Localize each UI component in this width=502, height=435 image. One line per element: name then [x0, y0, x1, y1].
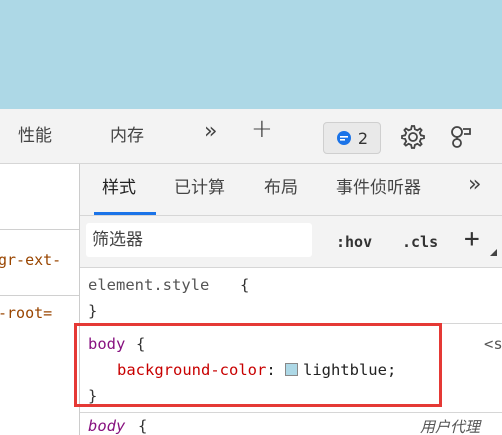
more-subtabs-button[interactable]: »: [468, 174, 481, 196]
filter-input[interactable]: [86, 223, 312, 257]
filter-toolbar: :hov .cls +: [80, 216, 502, 268]
rule-close-brace: }: [88, 302, 98, 320]
tab-event-listeners[interactable]: 事件侦听器: [336, 178, 421, 198]
devtools-toolbar: 性能 内存 » + 2: [0, 109, 502, 164]
rule-selector[interactable]: body: [88, 416, 125, 435]
property-name[interactable]: background-color: [117, 361, 266, 379]
color-swatch[interactable]: [284, 363, 298, 376]
divider: [0, 295, 79, 296]
issues-count: 2: [357, 128, 369, 148]
divider: [80, 412, 502, 413]
rule-selector[interactable]: element.style: [88, 275, 209, 295]
rule-open-brace: {: [138, 417, 148, 435]
tab-computed[interactable]: 已计算: [174, 178, 225, 198]
divider: [80, 323, 502, 324]
elements-panel: gr-ext- -root=: [0, 164, 80, 435]
active-tab-indicator: [94, 212, 156, 215]
user-agent-label: 用户代理: [420, 418, 481, 435]
divider: [0, 229, 79, 230]
page-background: [0, 0, 502, 109]
styles-panel: 样式 已计算 布局 事件侦听器 » :hov .cls + element.st…: [80, 164, 502, 435]
tab-performance[interactable]: 性能: [18, 126, 52, 146]
element-attribute-fragment[interactable]: -root=: [0, 304, 52, 322]
tab-memory[interactable]: 内存: [110, 126, 144, 146]
property-value[interactable]: lightblue: [303, 361, 387, 379]
more-tabs-button[interactable]: »: [204, 121, 217, 143]
rule-open-brace: {: [240, 276, 250, 294]
element-attribute-fragment[interactable]: gr-ext-: [0, 251, 61, 269]
hover-state-button[interactable]: :hov: [336, 233, 372, 251]
add-tab-button[interactable]: +: [251, 116, 273, 142]
style-declaration[interactable]: background-color: lightblue;: [117, 360, 396, 380]
message-icon: [336, 131, 351, 145]
corner-triangle-icon: [490, 249, 497, 256]
rule-close-brace: }: [88, 387, 98, 405]
issues-button[interactable]: 2: [323, 122, 381, 154]
class-toggle-button[interactable]: .cls: [402, 233, 438, 251]
gear-icon[interactable]: [398, 123, 426, 151]
rule-open-brace: {: [136, 335, 146, 353]
new-style-rule-button[interactable]: +: [464, 224, 480, 254]
rule-selector[interactable]: body: [88, 334, 125, 354]
rule-source-link[interactable]: <s: [484, 334, 502, 354]
tab-styles[interactable]: 样式: [102, 178, 136, 198]
tab-layout[interactable]: 布局: [264, 178, 298, 198]
connection-icon[interactable]: [448, 123, 478, 151]
styles-subtabs: 样式 已计算 布局 事件侦听器 »: [80, 164, 502, 216]
